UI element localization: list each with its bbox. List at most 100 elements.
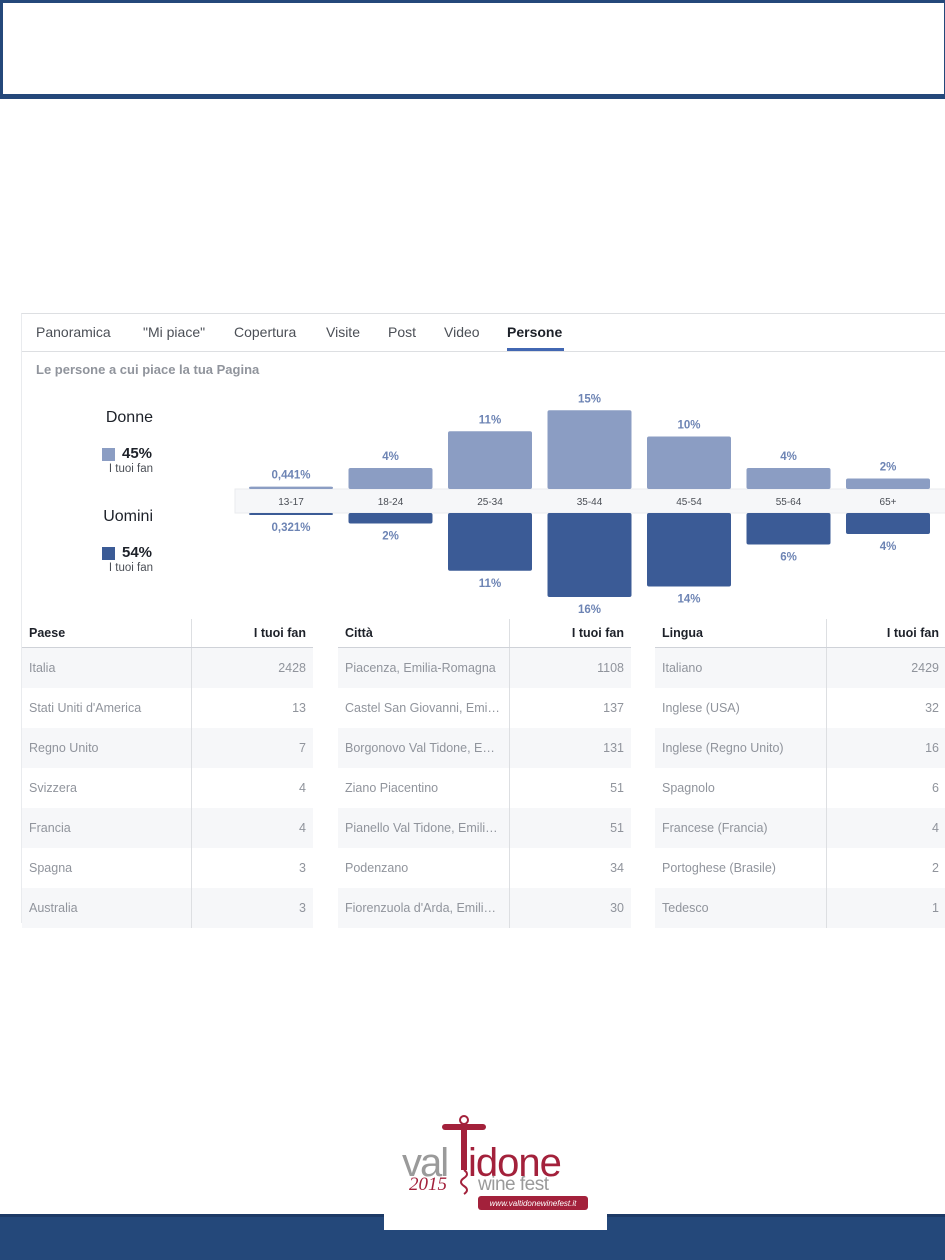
row-fans: 32: [825, 688, 945, 728]
women-data-label: 10%: [677, 420, 700, 432]
table-row[interactable]: Francese (Francia) 4: [655, 808, 945, 848]
age-tick-label: 35-44: [577, 497, 603, 508]
logo-year: 2015: [409, 1174, 447, 1195]
language-fans-header[interactable]: I tuoi fan: [825, 619, 945, 648]
row-name: Italia: [22, 647, 191, 688]
row-name: Italiano: [655, 647, 826, 688]
table-row[interactable]: Castel San Giovanni, Emi… 137: [338, 688, 631, 728]
country-table: Paese I tuoi fan Italia 2428 Stati Uniti d…: [22, 619, 313, 928]
country-fans-header[interactable]: I tuoi fan: [190, 619, 313, 648]
row-fans: 6: [825, 768, 945, 808]
age-tick-label: 45-54: [676, 497, 702, 508]
insights-panel: Panoramica "Mi piace" Copertura Visite P…: [21, 313, 945, 928]
age-gender-chart: 0,441% 0,321% 13-17 4% 2% 18-24 11% 11% 25-34 15%…: [234, 393, 945, 616]
row-fans: 30: [508, 888, 631, 928]
row-fans: 51: [508, 768, 631, 808]
header-frame: [0, 0, 945, 99]
age-tick-label: 13-17: [278, 497, 304, 508]
table-row[interactable]: Podenzano 34: [338, 848, 631, 888]
table-row[interactable]: Inglese (Regno Unito) 16: [655, 728, 945, 768]
men-data-label: 4%: [880, 541, 897, 553]
row-fans: 131: [508, 728, 631, 768]
city-header[interactable]: Città: [338, 619, 509, 648]
corkscrew-spiral: [460, 1169, 468, 1195]
table-row[interactable]: Pianello Val Tidone, Emili… 51: [338, 808, 631, 848]
table-row[interactable]: Inglese (USA) 32: [655, 688, 945, 728]
row-fans: 34: [508, 848, 631, 888]
city-table: Città I tuoi fan Piacenza, Emilia-Romagn…: [338, 619, 631, 928]
country-header[interactable]: Paese: [22, 619, 191, 648]
row-fans: 13: [190, 688, 313, 728]
women-data-label: 4%: [780, 451, 797, 463]
language-header[interactable]: Lingua: [655, 619, 826, 648]
men-data-label: 0,321%: [271, 522, 310, 534]
table-row[interactable]: Tedesco 1: [655, 888, 945, 928]
row-name: Australia: [22, 888, 191, 928]
women-data-label: 2%: [880, 462, 897, 474]
men-data-label: 6%: [780, 552, 797, 564]
table-row[interactable]: Francia 4: [22, 808, 313, 848]
row-fans: 4: [825, 808, 945, 848]
men-bar: [547, 513, 632, 597]
table-row[interactable]: Regno Unito 7: [22, 728, 313, 768]
row-name: Francese (Francia): [655, 808, 826, 848]
row-name: Regno Unito: [22, 728, 191, 768]
table-row[interactable]: Australia 3: [22, 888, 313, 928]
row-fans: 3: [190, 848, 313, 888]
row-name: Inglese (Regno Unito): [655, 728, 826, 768]
table-row[interactable]: Svizzera 4: [22, 768, 313, 808]
women-bar: [846, 478, 930, 489]
row-name: Podenzano: [345, 861, 409, 875]
age-tick-label: 25-34: [477, 497, 503, 508]
age-tick-label: 18-24: [378, 497, 404, 508]
row-fans: 2429: [825, 647, 945, 688]
table-row[interactable]: Stati Uniti d'America 13: [22, 688, 313, 728]
logo-url[interactable]: www.valtidonewinefest.it: [490, 1199, 577, 1208]
row-name: Piacenza, Emilia-Romagna: [338, 647, 509, 688]
table-row[interactable]: Borgonovo Val Tidone, E… 131: [338, 728, 631, 768]
row-fans: 2: [825, 848, 945, 888]
table-row[interactable]: Ziano Piacentino 51: [338, 768, 631, 808]
row-name: Ziano Piacentino: [345, 781, 439, 795]
age-tick-label: 55-64: [776, 497, 802, 508]
row-fans: 4: [190, 768, 313, 808]
women-bar: [746, 468, 831, 489]
row-name: Portoghese (Brasile): [662, 861, 776, 875]
row-name: Spagnolo: [662, 781, 715, 795]
row-fans: 2428: [190, 647, 313, 688]
corkscrew-ring: [459, 1115, 469, 1125]
table-row[interactable]: Italiano 2429: [655, 647, 945, 688]
women-bar: [547, 410, 632, 489]
valtidone-logo: val idone 2015 wine fest www.valtidonewi…: [384, 1108, 607, 1230]
row-name: Svizzera: [29, 781, 77, 795]
women-bar: [448, 431, 532, 489]
men-bar: [647, 513, 731, 587]
women-data-label: 0,441%: [271, 470, 310, 482]
geo-tables: Paese I tuoi fan Italia 2428 Stati Uniti d…: [22, 619, 945, 928]
age-tick-label: 65+: [880, 497, 897, 508]
women-bar: [348, 468, 433, 489]
row-fans: 7: [190, 728, 313, 768]
men-bar: [746, 513, 831, 545]
row-fans: 4: [190, 808, 313, 848]
table-row[interactable]: Spagna 3: [22, 848, 313, 888]
row-name: Fiorenzuola d'Arda, Emili…: [338, 888, 509, 928]
table-row[interactable]: Fiorenzuola d'Arda, Emili… 30: [338, 888, 631, 928]
row-name: Spagna: [29, 861, 73, 875]
language-table: Lingua I tuoi fan Italiano 2429 Inglese (U…: [655, 619, 945, 928]
men-bar: [846, 513, 930, 534]
men-data-label: 16%: [578, 604, 601, 616]
city-fans-header[interactable]: I tuoi fan: [508, 619, 631, 648]
men-data-label: 14%: [677, 594, 700, 606]
row-fans: 3: [190, 888, 313, 928]
row-fans: 51: [508, 808, 631, 848]
table-row[interactable]: Italia 2428: [22, 647, 313, 688]
row-name: Pianello Val Tidone, Emili…: [338, 808, 509, 848]
men-data-label: 2%: [382, 531, 399, 543]
table-row[interactable]: Spagnolo 6: [655, 768, 945, 808]
table-row[interactable]: Piacenza, Emilia-Romagna 1108: [338, 647, 631, 688]
row-name: Tedesco: [655, 888, 826, 928]
men-data-label: 11%: [479, 578, 501, 590]
men-bar: [348, 513, 433, 524]
table-row[interactable]: Portoghese (Brasile) 2: [655, 848, 945, 888]
